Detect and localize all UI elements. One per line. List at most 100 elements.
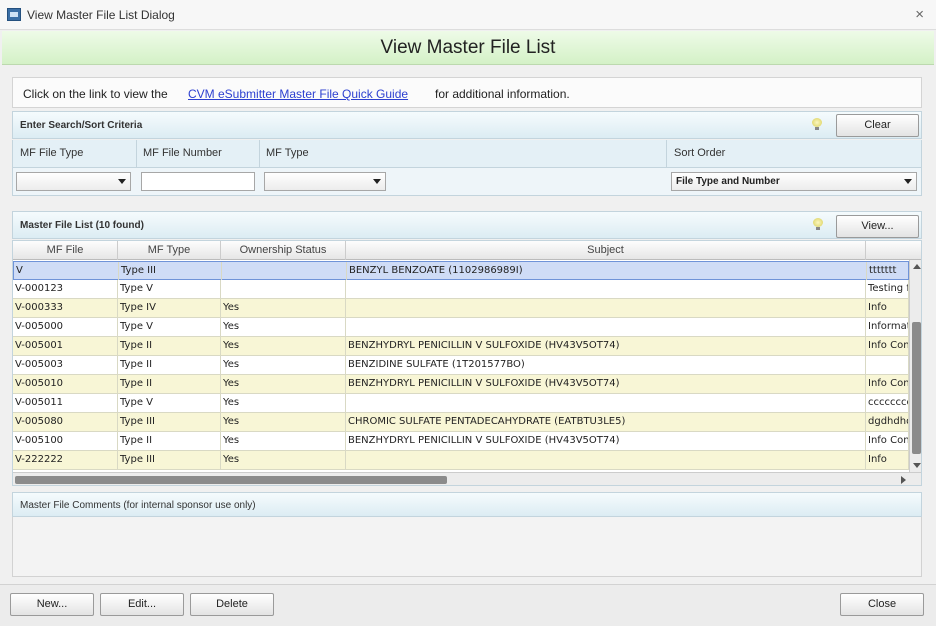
cell-ownership: Yes	[221, 337, 346, 355]
filter-inputs: File Type and Number	[12, 168, 922, 196]
cell-mf-file: V-005001	[13, 337, 118, 355]
scroll-right-icon[interactable]	[901, 476, 906, 484]
cell-subject: BENZHYDRYL PENICILLIN V SULFOXIDE (HV43V…	[346, 375, 866, 393]
table-row[interactable]: V-005000 Type V Yes Informati	[13, 318, 909, 337]
cell-extra: Info	[866, 299, 909, 317]
table-row[interactable]: V-005100 Type II Yes BENZHYDRYL PENICILLIN …	[13, 432, 909, 451]
table-row[interactable]: V-005080 Type III Yes CHROMIC SULFATE PENTA…	[13, 413, 909, 432]
delete-button[interactable]: Delete	[190, 593, 274, 616]
table-row[interactable]: V-005010 Type II Yes BENZHYDRYL PENICILLIN …	[13, 375, 909, 394]
cell-mf-type: Type III	[118, 451, 221, 469]
table-header: MF File MF Type Ownership Status Subject	[13, 241, 921, 260]
cell-ownership: Yes	[221, 299, 346, 317]
cell-subject	[346, 299, 866, 317]
cell-mf-type: Type II	[118, 375, 221, 393]
comments-header: Master File Comments (for internal spons…	[12, 492, 922, 517]
scroll-up-icon[interactable]	[913, 264, 921, 269]
cell-mf-type: Type II	[118, 432, 221, 450]
window-title: View Master File List Dialog	[27, 8, 175, 22]
cell-subject: BENZHYDRYL PENICILLIN V SULFOXIDE (HV43V…	[346, 432, 866, 450]
table-row[interactable]: V-005011 Type V Yes cccccccc	[13, 394, 909, 413]
scroll-thumb[interactable]	[912, 322, 921, 454]
sort-order-label: Sort Order	[674, 147, 726, 159]
sort-order-select[interactable]: File Type and Number	[671, 172, 917, 191]
table-row[interactable]: V-005003 Type II Yes BENZIDINE SULFATE (1T2…	[13, 356, 909, 375]
list-section-label: Master File List (10 found)	[20, 220, 144, 231]
cell-extra: Informati	[866, 318, 909, 336]
cell-mf-file: V-005011	[13, 394, 118, 412]
quick-guide-link[interactable]: CVM eSubmitter Master File Quick Guide	[188, 87, 408, 101]
cell-mf-file: V-005080	[13, 413, 118, 431]
cell-mf-file: V-005100	[13, 432, 118, 450]
file-type-select[interactable]	[16, 172, 131, 191]
cell-mf-file: V-005010	[13, 375, 118, 393]
dialog-header: View Master File List	[2, 31, 934, 65]
table-body: V Type III BENZYL BENZOATE (1102986989I) tt…	[13, 261, 910, 470]
lightbulb-icon[interactable]	[812, 118, 822, 130]
cell-mf-type: Type V	[118, 318, 221, 336]
file-number-label: MF File Number	[143, 147, 222, 159]
cell-mf-file: V	[14, 262, 119, 280]
column-header-mf-type[interactable]: MF Type	[118, 241, 221, 260]
cell-ownership	[221, 280, 346, 298]
hscroll-thumb[interactable]	[15, 476, 447, 484]
cell-ownership: Yes	[221, 356, 346, 374]
table-row[interactable]: V-222222 Type III Yes Info	[13, 451, 909, 470]
search-section-label: Enter Search/Sort Criteria	[20, 120, 143, 131]
table-row[interactable]: V-005001 Type II Yes BENZHYDRYL PENICILLIN …	[13, 337, 909, 356]
cell-ownership: Yes	[221, 318, 346, 336]
cell-mf-type: Type II	[118, 337, 221, 355]
comments-label: Master File Comments (for internal spons…	[20, 500, 256, 511]
lightbulb-icon[interactable]	[813, 218, 823, 230]
cell-mf-file: V-005000	[13, 318, 118, 336]
cell-mf-type: Type IV	[118, 299, 221, 317]
column-header-subject[interactable]: Subject	[346, 241, 866, 260]
cell-extra: ttttttt	[867, 262, 910, 280]
cell-extra	[866, 356, 909, 374]
table-row[interactable]: V-000123 Type V Testing f	[13, 280, 909, 299]
mf-type-select[interactable]	[264, 172, 386, 191]
close-button[interactable]: Close	[840, 593, 924, 616]
info-prefix: Click on the link to view the	[23, 87, 168, 101]
edit-button[interactable]: Edit...	[100, 593, 184, 616]
mf-type-label: MF Type	[266, 147, 309, 159]
table-row[interactable]: V Type III BENZYL BENZOATE (1102986989I) tt…	[13, 261, 910, 280]
cell-subject	[346, 280, 866, 298]
chevron-down-icon	[904, 179, 912, 184]
search-section-header: Enter Search/Sort Criteria Clear	[12, 111, 922, 139]
cell-extra: Info Con	[866, 375, 909, 393]
app-icon	[7, 8, 21, 21]
cell-extra: cccccccc	[866, 394, 909, 412]
file-number-input[interactable]	[141, 172, 255, 191]
comments-area[interactable]	[12, 517, 922, 577]
dialog-footer: New... Edit... Delete Close	[0, 584, 936, 626]
chevron-down-icon	[118, 179, 126, 184]
cell-subject	[346, 394, 866, 412]
cell-mf-file: V-222222	[13, 451, 118, 469]
horizontal-scrollbar[interactable]	[13, 472, 921, 485]
cell-mf-type: Type III	[118, 413, 221, 431]
cell-mf-file: V-000333	[13, 299, 118, 317]
view-button[interactable]: View...	[836, 215, 919, 238]
new-button[interactable]: New...	[10, 593, 94, 616]
cell-mf-type: Type III	[119, 262, 222, 280]
cell-subject	[346, 318, 866, 336]
cell-subject: BENZIDINE SULFATE (1T201577BO)	[346, 356, 866, 374]
column-header-mf-file[interactable]: MF File	[13, 241, 118, 260]
scroll-down-icon[interactable]	[913, 463, 921, 468]
close-window-icon[interactable]: ×	[915, 6, 924, 23]
cell-ownership: Yes	[221, 451, 346, 469]
master-file-table[interactable]: MF File MF Type Ownership Status Subject…	[12, 240, 922, 486]
cell-extra: dgdhdhd	[866, 413, 909, 431]
cell-subject: BENZYL BENZOATE (1102986989I)	[347, 262, 867, 280]
cell-ownership: Yes	[221, 375, 346, 393]
column-header-ownership[interactable]: Ownership Status	[221, 241, 346, 260]
vertical-scrollbar[interactable]	[909, 260, 921, 472]
window-titlebar: View Master File List Dialog ×	[0, 0, 936, 30]
table-row[interactable]: V-000333 Type IV Yes Info	[13, 299, 909, 318]
cell-mf-type: Type V	[118, 280, 221, 298]
cell-extra: Info Con	[866, 432, 909, 450]
clear-button[interactable]: Clear	[836, 114, 919, 137]
cell-mf-file: V-000123	[13, 280, 118, 298]
cell-ownership: Yes	[221, 432, 346, 450]
